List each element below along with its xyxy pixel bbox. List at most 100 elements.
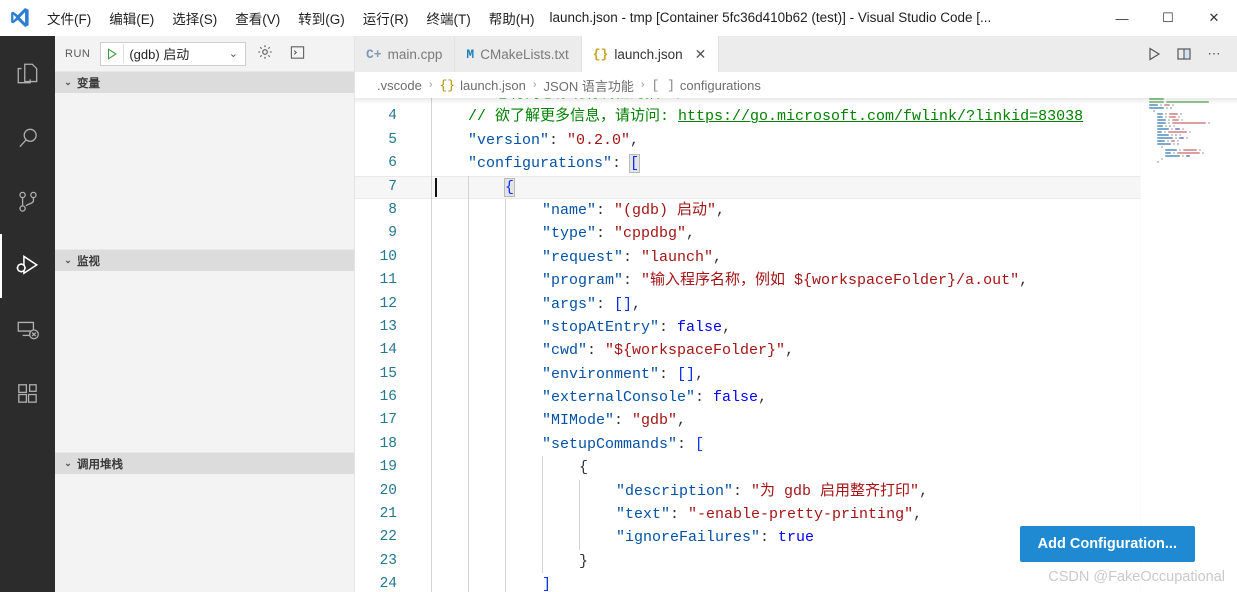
code-line[interactable]: 13 "stopAtEntry": false, [355, 315, 1237, 340]
indent-guide [431, 292, 468, 317]
code-token: : [549, 131, 568, 149]
more-actions-button[interactable]: ⋯ [1199, 36, 1229, 72]
code-token: "cppdbg" [614, 225, 687, 243]
split-editor-button[interactable] [1169, 36, 1199, 72]
line-content[interactable]: "program": "输入程序名称，例如 ${workspaceFolder}… [417, 269, 1237, 293]
chevron-down-icon[interactable]: ⌄ [59, 458, 77, 469]
sidebar-item-extensions[interactable] [0, 362, 55, 426]
code-line[interactable]: 15 "environment": [], [355, 362, 1237, 387]
menu-item-file[interactable]: 文件(F) [38, 0, 100, 35]
menu-item-selection[interactable]: 选择(S) [163, 0, 226, 35]
line-content[interactable]: "MIMode": "gdb", [417, 409, 1237, 434]
editor-scrollable[interactable]: 3 // 您行内悬停现有属性的描述。 4 // 欲了解更多信息，请访问: https:… [355, 98, 1237, 592]
tab-cmakelists-txt[interactable]: M CMakeLists.txt [455, 36, 582, 72]
code-line[interactable]: 4 // 欲了解更多信息，请访问: https://go.microsoft.co… [355, 105, 1237, 130]
chevron-down-icon[interactable]: ⌄ [59, 77, 77, 88]
minimap-segment [1188, 131, 1191, 133]
sidebar-item-explorer[interactable] [0, 42, 55, 106]
line-content[interactable]: // 您行内悬停现有属性的描述。 [417, 98, 1237, 106]
breadcrumb-item-vscode[interactable]: .vscode [377, 78, 422, 93]
code-token: , [632, 295, 642, 313]
line-content[interactable]: { [417, 175, 1237, 200]
code-line[interactable]: 21 "text": "-enable-pretty-printing", [355, 503, 1237, 527]
code-line[interactable]: 18 "setupCommands": [ [355, 432, 1237, 457]
minimap[interactable] [1140, 98, 1237, 592]
section-header-watch[interactable]: ⌄ 监视 [55, 249, 354, 271]
line-content[interactable]: "externalConsole": false, [417, 386, 1237, 410]
menu-item-run[interactable]: 运行(R) [354, 0, 418, 35]
line-content[interactable]: "request": "launch", [417, 245, 1237, 270]
code-line[interactable]: 7{ [355, 175, 1237, 200]
line-number: 4 [388, 108, 397, 125]
code-line[interactable]: 6 "configurations": [ [355, 152, 1237, 176]
line-content[interactable]: "name": "(gdb) 启动", [417, 198, 1237, 223]
open-launch-json-button[interactable] [252, 41, 278, 67]
chevron-down-icon[interactable]: ⌄ [223, 47, 243, 60]
line-content[interactable]: "configurations": [ [417, 152, 1237, 176]
code-line[interactable]: 17 "MIMode": "gdb", [355, 409, 1237, 434]
menu-item-edit[interactable]: 编辑(E) [100, 0, 163, 35]
breadcrumb[interactable]: .vscode › {} launch.json › JSON 语言功能 › [… [355, 72, 1237, 98]
sidebar-item-search[interactable] [0, 106, 55, 170]
code-line[interactable]: 11 "program": "输入程序名称，例如 ${workspaceFolde… [355, 269, 1237, 293]
code-line[interactable]: 5 "version": "0.2.0", [355, 128, 1237, 153]
maximize-button[interactable]: ☐ [1145, 0, 1191, 36]
line-content[interactable]: "args": [], [417, 292, 1237, 317]
launch-configuration-dropdown[interactable]: (gdb) 启动 ⌄ [100, 41, 247, 66]
code-line[interactable]: 9 "type": "cppdbg", [355, 222, 1237, 247]
sidebar-item-source-control[interactable] [0, 170, 55, 234]
indent-guide [505, 432, 542, 457]
code-line[interactable]: 14 "cwd": "${workspaceFolder}", [355, 339, 1237, 364]
menu-bar[interactable]: 文件(F) 编辑(E) 选择(S) 查看(V) 转到(G) 运行(R) 终端(T… [38, 0, 544, 35]
section-header-call-stack[interactable]: ⌄ 调用堆栈 [55, 452, 354, 474]
code-line[interactable]: 12 "args": [], [355, 292, 1237, 317]
close-button[interactable]: ✕ [1191, 0, 1237, 36]
line-content[interactable]: "version": "0.2.0", [417, 128, 1237, 153]
chevron-down-icon[interactable]: ⌄ [59, 255, 77, 266]
line-content[interactable]: // 欲了解更多信息，请访问: https://go.microsoft.com… [417, 105, 1237, 130]
menu-item-view[interactable]: 查看(V) [226, 0, 289, 35]
breadcrumb-item-configurations[interactable]: configurations [680, 78, 761, 93]
breadcrumb-item-json-language-features[interactable]: JSON 语言功能 [544, 76, 634, 95]
code-line[interactable]: 16 "externalConsole": false, [355, 386, 1237, 410]
open-debug-console-button[interactable] [284, 41, 310, 67]
code-token: , [913, 506, 923, 524]
line-content[interactable]: "stopAtEntry": false, [417, 315, 1237, 340]
code-line[interactable]: 8 "name": "(gdb) 启动", [355, 198, 1237, 223]
section-header-variables[interactable]: ⌄ 变量 [55, 71, 354, 93]
code-token: , [686, 225, 696, 243]
sidebar-item-run-and-debug[interactable] [0, 234, 55, 298]
sidebar-item-remote-explorer[interactable] [0, 298, 55, 362]
indent-guide [431, 432, 468, 457]
menu-item-go[interactable]: 转到(G) [289, 0, 354, 35]
start-debugging-icon[interactable] [101, 47, 123, 61]
add-configuration-button[interactable]: Add Configuration... [1019, 526, 1195, 562]
line-content[interactable]: "cwd": "${workspaceFolder}", [417, 339, 1237, 364]
menu-item-terminal[interactable]: 终端(T) [418, 0, 480, 35]
menu-item-help[interactable]: 帮助(H) [480, 0, 544, 35]
code-token: } [579, 552, 589, 570]
line-content[interactable]: "environment": [], [417, 362, 1237, 387]
line-content[interactable]: "description": "为 gdb 启用整齐打印", [417, 479, 1237, 504]
line-content[interactable]: "text": "-enable-pretty-printing", [417, 503, 1237, 527]
breadcrumb-item-launch-json[interactable]: launch.json [460, 78, 526, 93]
editor-content[interactable]: 3 // 您行内悬停现有属性的描述。 4 // 欲了解更多信息，请访问: https:… [355, 98, 1237, 592]
run-file-button[interactable] [1139, 36, 1169, 72]
close-icon[interactable]: ✕ [695, 46, 707, 63]
code-token: [] [614, 295, 633, 313]
code-lines[interactable]: 3 // 您行内悬停现有属性的描述。 4 // 欲了解更多信息，请访问: https:… [355, 98, 1237, 592]
window-controls[interactable]: — ☐ ✕ [1099, 0, 1237, 35]
line-content[interactable]: "setupCommands": [ [417, 432, 1237, 457]
tab-main-cpp[interactable]: C+ main.cpp [355, 36, 456, 72]
minimize-button[interactable]: — [1099, 0, 1145, 36]
code-line[interactable]: 10 "request": "launch", [355, 245, 1237, 270]
minimap-segment [1186, 155, 1190, 157]
code-line[interactable]: 3 // 您行内悬停现有属性的描述。 [355, 98, 1237, 106]
code-token: "name" [542, 201, 597, 219]
code-line[interactable]: 20 "description": "为 gdb 启用整齐打印", [355, 479, 1237, 504]
code-line[interactable]: 19 { [355, 456, 1237, 481]
line-content[interactable]: { [417, 456, 1237, 481]
line-content[interactable]: "type": "cppdbg", [417, 222, 1237, 247]
indent-guide [431, 549, 468, 574]
tab-launch-json[interactable]: {} launch.json ✕ [581, 36, 720, 72]
